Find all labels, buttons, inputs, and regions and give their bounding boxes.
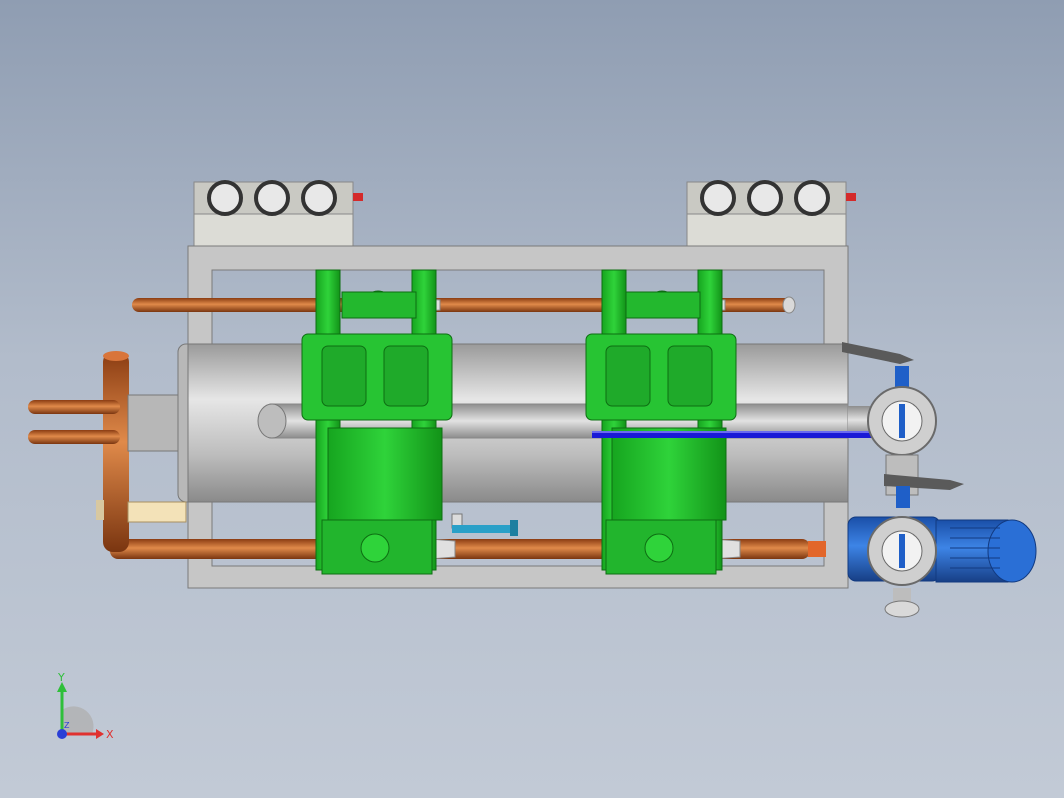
- y-axis-label: Y: [57, 672, 65, 684]
- fan-unit-right[interactable]: [686, 180, 856, 247]
- x-axis-label: X: [106, 728, 114, 741]
- left-header-pipes[interactable]: [28, 351, 187, 552]
- z-axis-dot: [57, 729, 67, 739]
- axis-triad: Y X Z: [57, 672, 114, 741]
- z-axis-label: Z: [64, 721, 70, 730]
- x-axis-head: [96, 729, 104, 739]
- annotation-marker-line[interactable]: [592, 431, 882, 438]
- assembly-3d-view[interactable]: [0, 0, 1064, 798]
- oil-fitting[interactable]: [451, 513, 518, 536]
- fan-unit-left[interactable]: [193, 180, 363, 247]
- heat-exchanger-shell[interactable]: [177, 343, 870, 503]
- cad-viewport[interactable]: Y X Z: [0, 0, 1064, 798]
